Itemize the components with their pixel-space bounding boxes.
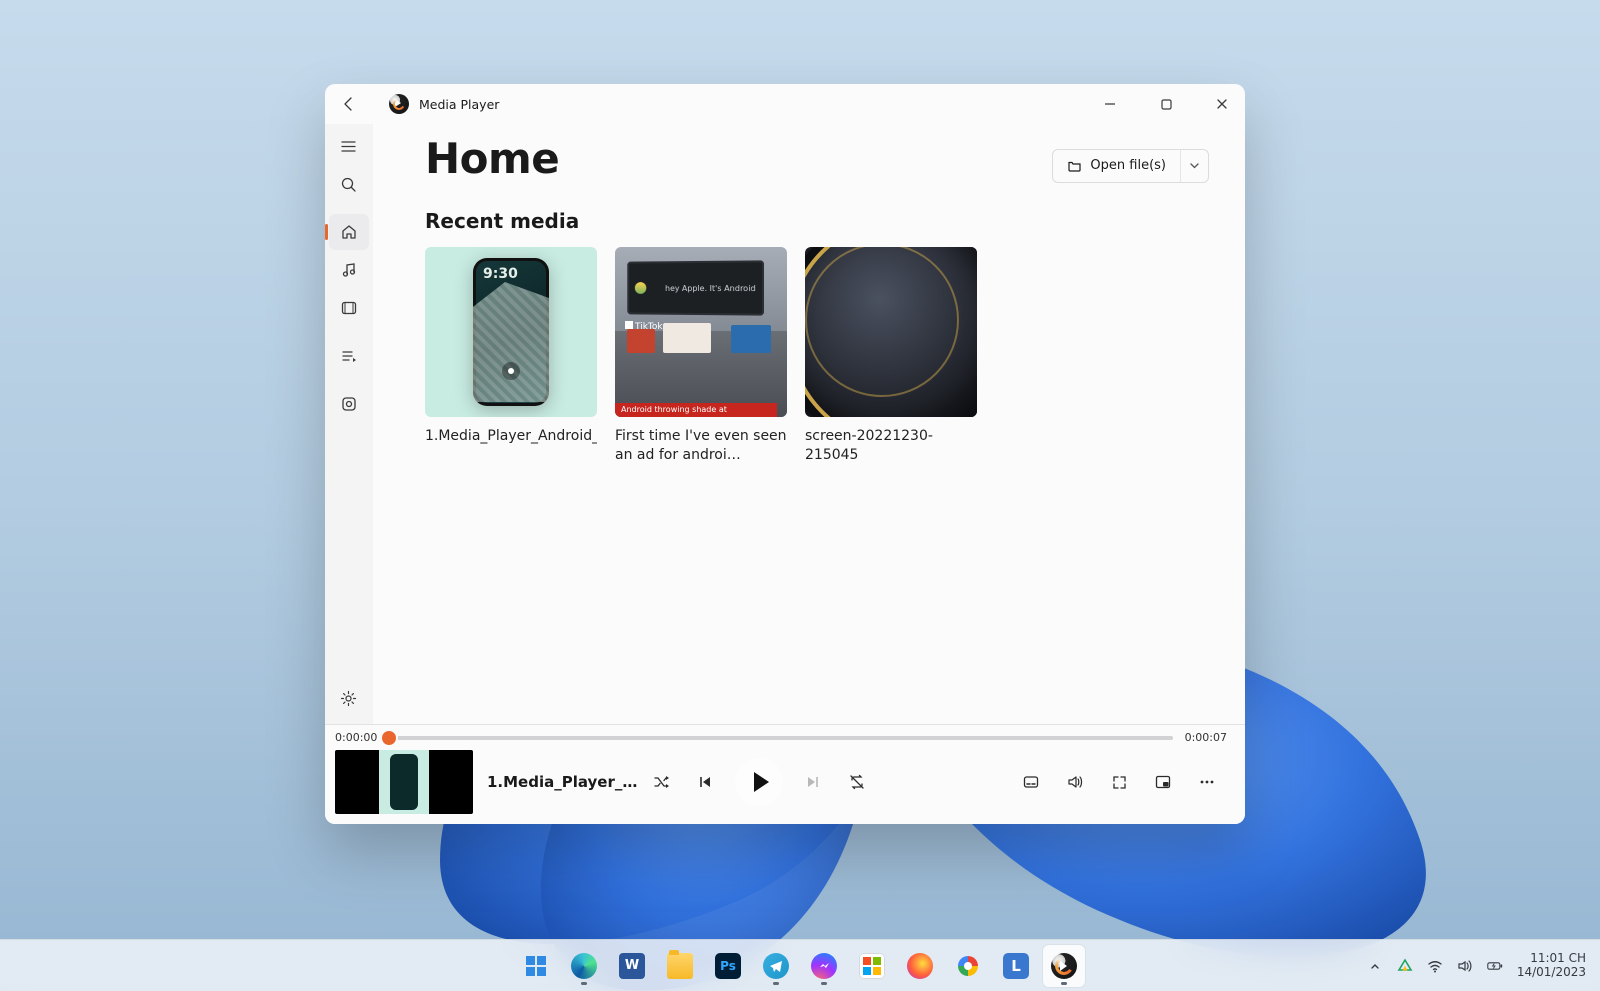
sidebar <box>325 124 373 724</box>
playback-bar: 0:00:00 0:00:07 1.Media_Player_… <box>325 724 1245 824</box>
tray-volume-icon[interactable] <box>1457 958 1473 974</box>
app-logo-icon <box>389 94 409 114</box>
taskbar-telegram[interactable] <box>755 945 797 987</box>
taskbar-media-player[interactable] <box>1043 945 1085 987</box>
search-button[interactable] <box>329 166 369 202</box>
open-file-button[interactable]: Open file(s) <box>1053 150 1180 182</box>
section-recent-media: Recent media <box>425 209 1209 233</box>
tray-time: 11:01 CH <box>1517 952 1586 966</box>
back-button[interactable] <box>325 84 373 124</box>
system-tray: 11:01 CH 14/01/2023 <box>1367 952 1600 980</box>
tray-wifi-icon[interactable] <box>1427 958 1443 974</box>
taskbar-app-l[interactable]: L <box>995 945 1037 987</box>
time-elapsed: 0:00:00 <box>335 731 377 744</box>
taskbar-start-button[interactable] <box>515 945 557 987</box>
now-playing-thumbnail[interactable] <box>335 750 473 814</box>
fullscreen-button[interactable] <box>1099 762 1139 802</box>
window-close-button[interactable] <box>1199 84 1245 124</box>
next-track-button[interactable] <box>793 762 833 802</box>
previous-track-button[interactable] <box>685 762 725 802</box>
media-thumbnail <box>805 247 977 417</box>
nav-video[interactable] <box>329 290 369 326</box>
tray-overflow-icon[interactable] <box>1367 958 1383 974</box>
nav-home[interactable] <box>329 214 369 250</box>
taskbar-word[interactable]: W <box>611 945 653 987</box>
tray-drive-icon[interactable] <box>1397 958 1413 974</box>
open-file-dropdown[interactable] <box>1180 150 1208 182</box>
media-title: 1.Media_Player_Android_13 <box>425 427 597 446</box>
media-title: screen-20221230-215045 <box>805 427 977 465</box>
mini-player-button[interactable] <box>1143 762 1183 802</box>
media-thumbnail: 9:30 <box>425 247 597 417</box>
page-title: Home <box>425 134 559 183</box>
tray-battery-icon[interactable] <box>1487 958 1503 974</box>
settings-button[interactable] <box>329 680 369 716</box>
volume-button[interactable] <box>1055 762 1095 802</box>
recent-media-gallery: 9:30 1.Media_Player_Android_13 hey Apple… <box>425 247 1209 465</box>
shuffle-button[interactable] <box>641 762 681 802</box>
taskbar-store[interactable] <box>851 945 893 987</box>
window-minimize-button[interactable] <box>1087 84 1133 124</box>
media-title: First time I've even seen an ad for andr… <box>615 427 787 465</box>
window-maximize-button[interactable] <box>1143 84 1189 124</box>
seek-slider[interactable] <box>389 736 1172 740</box>
taskbar-clock[interactable]: 11:01 CH 14/01/2023 <box>1517 952 1586 980</box>
caption-banner: Android throwing shade at <box>615 403 777 417</box>
folder-open-icon <box>1067 158 1082 173</box>
repeat-off-button[interactable] <box>837 762 877 802</box>
open-file-label: Open file(s) <box>1090 158 1166 173</box>
nav-discs[interactable] <box>329 386 369 422</box>
more-options-button[interactable] <box>1187 762 1227 802</box>
app-title: Media Player <box>419 97 499 112</box>
taskbar-photos[interactable] <box>947 945 989 987</box>
main-pane: Home Open file(s) Recent media <box>373 124 1245 724</box>
media-card[interactable]: hey Apple. It's Android TikTok Android t… <box>615 247 787 465</box>
nav-music[interactable] <box>329 252 369 288</box>
time-total: 0:00:07 <box>1185 731 1227 744</box>
nav-playlists[interactable] <box>329 338 369 374</box>
open-file-split-button: Open file(s) <box>1052 149 1209 183</box>
play-button[interactable] <box>735 758 783 806</box>
media-card[interactable]: screen-20221230-215045 <box>805 247 977 465</box>
captions-button[interactable] <box>1011 762 1051 802</box>
hamburger-menu-button[interactable] <box>329 128 369 164</box>
thumbnail-clock: 9:30 <box>483 266 518 282</box>
media-player-window: Media Player <box>325 84 1245 824</box>
titlebar: Media Player <box>325 84 1245 124</box>
taskbar: W Ps <box>0 939 1600 991</box>
taskbar-photoshop[interactable]: Ps <box>707 945 749 987</box>
taskbar-messenger[interactable] <box>803 945 845 987</box>
now-playing-title: 1.Media_Player_… <box>487 773 637 791</box>
taskbar-firefox[interactable] <box>899 945 941 987</box>
media-card[interactable]: 9:30 1.Media_Player_Android_13 <box>425 247 597 465</box>
taskbar-edge[interactable] <box>563 945 605 987</box>
tray-date: 14/01/2023 <box>1517 966 1586 980</box>
media-thumbnail: hey Apple. It's Android TikTok Android t… <box>615 247 787 417</box>
taskbar-explorer[interactable] <box>659 945 701 987</box>
taskbar-center: W Ps <box>515 945 1085 987</box>
